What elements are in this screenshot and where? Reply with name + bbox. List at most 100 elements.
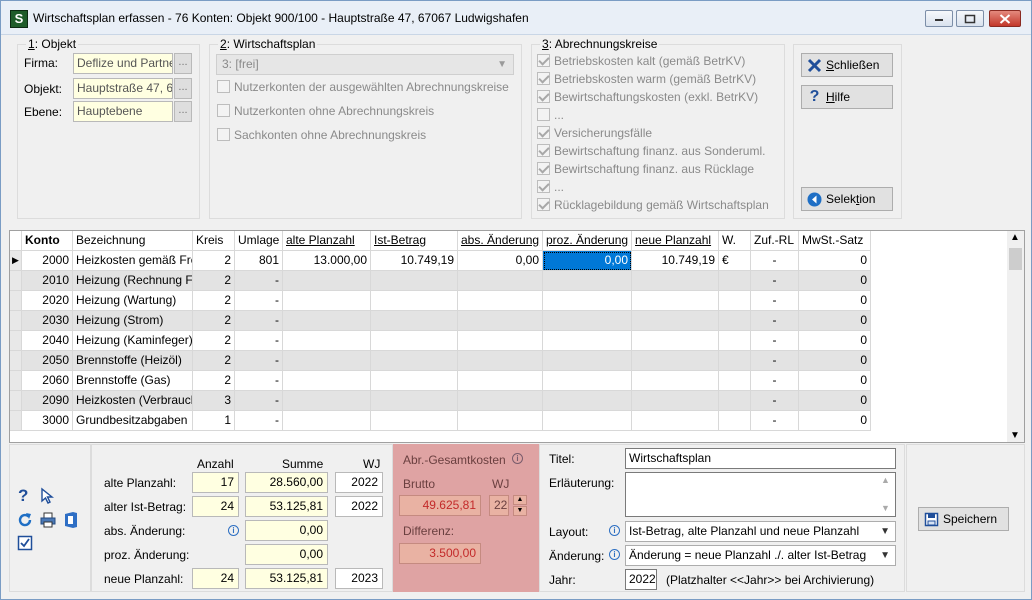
spin-down-icon[interactable]: ▼ [513, 506, 527, 516]
table-cell[interactable]: 2050 [22, 351, 73, 371]
table-cell[interactable]: 0,00 [543, 251, 632, 271]
column-header[interactable]: Kreis [193, 231, 235, 251]
table-cell[interactable]: - [751, 411, 799, 431]
table-cell[interactable]: 2 [193, 371, 235, 391]
table-cell[interactable] [632, 291, 719, 311]
table-cell[interactable]: - [235, 371, 283, 391]
table-cell[interactable]: 2 [193, 351, 235, 371]
table-cell[interactable] [371, 411, 458, 431]
info-icon[interactable]: i [609, 549, 620, 560]
table-cell[interactable]: Grundbesitzabgaben [73, 411, 193, 431]
wp-checkbox-row-0[interactable]: Nutzerkonten der ausgewählten Abrechnung… [217, 80, 509, 96]
table-cell[interactable]: 2 [193, 291, 235, 311]
ak-item-4[interactable]: Versicherungsfälle [537, 126, 652, 142]
printer-icon[interactable] [39, 511, 57, 529]
hilfe-button[interactable]: ? Hilfe [801, 85, 893, 109]
table-cell[interactable]: 2030 [22, 311, 73, 331]
alte-planzahl-wj[interactable]: 2022 [335, 472, 383, 493]
wp-checkbox-row-1[interactable]: Nutzerkonten ohne Abrechnungskreis [217, 104, 434, 120]
cursor-arrow-icon[interactable] [39, 487, 57, 505]
neue-planzahl-wj[interactable]: 2023 [335, 568, 383, 589]
table-cell[interactable]: 2 [193, 331, 235, 351]
table-cell[interactable]: - [235, 271, 283, 291]
table-cell[interactable]: 2000 [22, 251, 73, 271]
table-cell[interactable]: 10.749,19 [371, 251, 458, 271]
table-cell[interactable]: 1 [193, 411, 235, 431]
column-header[interactable]: Ist-Betrag [371, 231, 458, 251]
table-scrollbar[interactable]: ▲ ▼ [1007, 231, 1024, 442]
column-header[interactable]: Umlage [235, 231, 283, 251]
ebene-field[interactable]: Hauptebene [73, 101, 173, 122]
table-cell[interactable]: 3000 [22, 411, 73, 431]
wp-checkbox-row-2[interactable]: Sachkonten ohne Abrechnungskreis [217, 128, 426, 144]
table-cell[interactable] [543, 271, 632, 291]
table-cell[interactable]: 0,00 [458, 251, 543, 271]
erlaeuterung-textarea[interactable] [625, 472, 896, 517]
table-cell[interactable]: 2 [193, 271, 235, 291]
table-cell[interactable] [371, 371, 458, 391]
table-cell[interactable]: Heizung (Wartung) [73, 291, 193, 311]
table-cell[interactable] [371, 291, 458, 311]
table-cell[interactable]: 0 [799, 291, 871, 311]
wj-spinner[interactable]: ▲ ▼ [513, 495, 527, 516]
checkbox-tool-icon[interactable] [17, 535, 33, 551]
row-header[interactable] [10, 271, 22, 291]
minimize-button[interactable] [925, 10, 953, 27]
table-cell[interactable] [543, 331, 632, 351]
scroll-thumb[interactable] [1009, 248, 1022, 270]
layout-select[interactable]: Ist-Betrag, alte Planzahl und neue Planz… [625, 521, 896, 542]
table-cell[interactable] [543, 311, 632, 331]
column-header[interactable]: MwSt.-Satz [799, 231, 871, 251]
table-cell[interactable]: - [751, 291, 799, 311]
titel-input[interactable]: Wirtschaftsplan [625, 448, 896, 469]
jahr-input[interactable]: 2022 [625, 569, 657, 590]
office-icon[interactable] [63, 511, 79, 529]
table-cell[interactable]: 2040 [22, 331, 73, 351]
table-cell[interactable]: - [751, 391, 799, 411]
table-cell[interactable] [543, 391, 632, 411]
table-cell[interactable] [283, 351, 371, 371]
table-cell[interactable]: 2010 [22, 271, 73, 291]
table-cell[interactable] [719, 291, 751, 311]
table-cell[interactable]: - [751, 311, 799, 331]
table-cell[interactable] [283, 411, 371, 431]
ak-item-3[interactable]: ... [537, 108, 564, 124]
column-header[interactable]: alte Planzahl [283, 231, 371, 251]
table-cell[interactable]: 3 [193, 391, 235, 411]
aenderung-select[interactable]: Änderung = neue Planzahl ./. alter Ist-B… [625, 545, 896, 566]
table-cell[interactable]: - [235, 391, 283, 411]
ak-item-7[interactable]: ... [537, 180, 564, 196]
table-cell[interactable] [632, 391, 719, 411]
table-cell[interactable] [719, 411, 751, 431]
table-cell[interactable] [371, 391, 458, 411]
table-cell[interactable]: € [719, 251, 751, 271]
current-row-indicator-icon[interactable]: ▶ [10, 251, 22, 271]
table-cell[interactable] [371, 351, 458, 371]
ak-item-6[interactable]: Bewirtschaftung finanz. aus Rücklage [537, 162, 754, 178]
table-cell[interactable]: 2020 [22, 291, 73, 311]
column-header[interactable]: Zuf.-RL [751, 231, 799, 251]
table-cell[interactable]: 0 [799, 251, 871, 271]
konten-table[interactable]: Konto Bezeichnung Kreis Umlage alte Planzahl… [9, 230, 1025, 443]
table-cell[interactable]: Heizung (Kaminfeger) [73, 331, 193, 351]
table-cell[interactable] [371, 331, 458, 351]
selektion-button[interactable]: Selektion [801, 187, 893, 211]
table-cell[interactable] [632, 411, 719, 431]
table-cell[interactable] [283, 391, 371, 411]
textarea-scroll-up-icon[interactable]: ▲ [881, 475, 890, 485]
table-cell[interactable]: 0 [799, 371, 871, 391]
table-cell[interactable]: 2 [193, 311, 235, 331]
column-header[interactable]: abs. Änderung [458, 231, 543, 251]
schliessen-button[interactable]: Schließen [801, 53, 893, 77]
table-cell[interactable]: - [235, 351, 283, 371]
table-cell[interactable] [458, 411, 543, 431]
table-cell[interactable]: 10.749,19 [632, 251, 719, 271]
table-cell[interactable]: 0 [799, 391, 871, 411]
table-cell[interactable]: Heizung (Strom) [73, 311, 193, 331]
table-cell[interactable] [719, 351, 751, 371]
table-cell[interactable]: 801 [235, 251, 283, 271]
table-cell[interactable] [458, 291, 543, 311]
table-cell[interactable] [543, 351, 632, 371]
wirtschaftsplan-combo[interactable]: 3: [frei] ▼ [216, 54, 514, 75]
row-header[interactable] [10, 291, 22, 311]
